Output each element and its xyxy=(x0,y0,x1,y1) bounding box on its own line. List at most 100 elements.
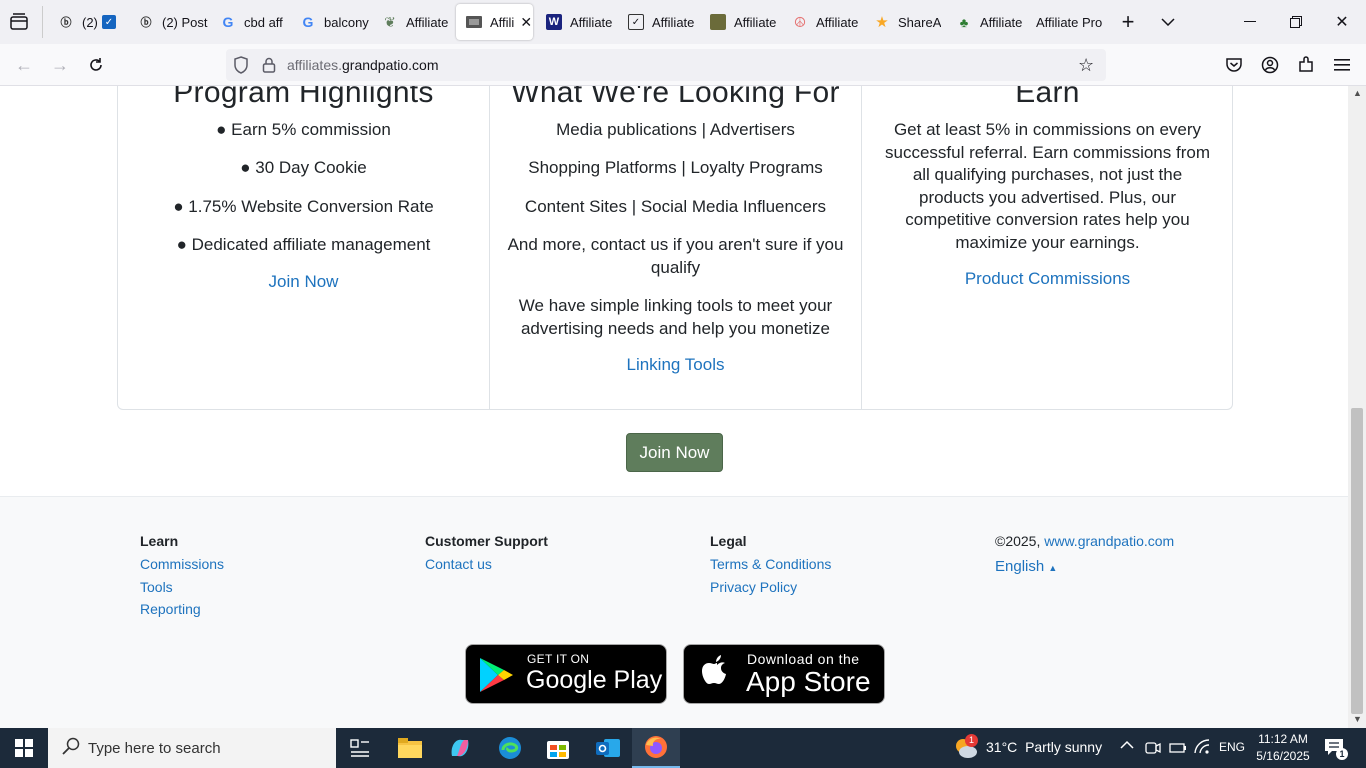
footer-privacy-link[interactable]: Privacy Policy xyxy=(710,579,831,602)
scroll-down-icon[interactable]: ▼ xyxy=(1353,714,1362,724)
caret-up-icon: ▲ xyxy=(1048,563,1058,573)
join-now-link[interactable]: Join Now xyxy=(118,272,489,292)
green-square-icon xyxy=(710,14,726,30)
highlight-item: ● 1.75% Website Conversion Rate xyxy=(173,197,434,216)
footer-contact-link[interactable]: Contact us xyxy=(425,556,548,579)
tab-1[interactable]: ⓑ (2) ✓ xyxy=(48,4,128,40)
tab-7[interactable]: W Affiliate xyxy=(536,4,618,40)
looking-for-item: Shopping Platforms | Loyalty Programs xyxy=(528,158,823,177)
copyright-text: ©2025, www.grandpatio.com xyxy=(995,533,1175,549)
url-text[interactable]: affiliates.grandpatio.com xyxy=(287,57,439,73)
taskbar-clock[interactable]: 11:12 AM 5/16/2025 xyxy=(1256,731,1310,765)
tab-5[interactable]: ❦ Affiliate xyxy=(372,4,454,40)
earn-text-line: all qualifying purchases, not just the xyxy=(912,165,1183,184)
pocket-icon[interactable] xyxy=(1220,52,1248,78)
close-window-icon[interactable]: ✕ xyxy=(1326,8,1358,36)
wifi-icon[interactable] xyxy=(1194,739,1210,760)
close-tab-icon[interactable]: ✕ xyxy=(520,14,532,31)
tab-13[interactable]: Affiliate Pro xyxy=(1026,4,1110,40)
earn-text-line: Get at least 5% in commissions on every xyxy=(893,120,1202,139)
scrollbar-thumb[interactable] xyxy=(1351,408,1363,714)
tab-2[interactable]: ⓑ (2) Post xyxy=(128,4,210,40)
search-icon xyxy=(62,737,80,759)
forward-arrow-icon[interactable]: → xyxy=(46,52,74,78)
footer-commissions-link[interactable]: Commissions xyxy=(140,556,224,579)
earn-text-line: successful referral. Earn commissions fr… xyxy=(885,142,1210,162)
show-hidden-icons-chevron-icon[interactable] xyxy=(1120,738,1134,753)
reload-icon[interactable] xyxy=(82,52,110,78)
earn-text-line: products you advertised. Plus, our xyxy=(918,187,1177,207)
footer-terms-link[interactable]: Terms & Conditions xyxy=(710,556,831,579)
file-explorer-icon[interactable] xyxy=(386,728,434,768)
page-scrollbar[interactable]: ▲ ▼ xyxy=(1348,86,1366,728)
menu-icon[interactable] xyxy=(1328,52,1356,78)
google-play-badge[interactable]: GET IT ON Google Play xyxy=(465,644,667,704)
footer-support-heading: Customer Support xyxy=(425,533,548,549)
app-store-small-text: Download on the xyxy=(747,651,860,667)
tab-9[interactable]: Affiliate xyxy=(700,4,782,40)
linking-tools-link[interactable]: Linking Tools xyxy=(490,355,861,375)
task-view-icon[interactable] xyxy=(336,728,384,768)
earn-text-line: maximize your earnings. xyxy=(955,232,1140,252)
tab-4[interactable]: G balcony xyxy=(290,4,372,40)
looking-for-item: Content Sites | Social Media Influencers xyxy=(524,197,827,216)
earn-column: Earn Get at least 5% in commissions on e… xyxy=(861,86,1233,410)
back-arrow-icon[interactable]: ← xyxy=(10,52,38,78)
palm-icon: ♣ xyxy=(959,14,969,30)
tab-overview-icon[interactable] xyxy=(8,12,30,32)
edge-icon[interactable] xyxy=(486,728,534,768)
tab-12[interactable]: ♣ Affiliate xyxy=(946,4,1028,40)
scroll-up-icon[interactable]: ▲ xyxy=(1353,88,1362,98)
firefox-icon[interactable] xyxy=(632,728,680,768)
linking-tools-text-line1: We have simple linking tools to meet you… xyxy=(518,296,833,315)
clock-date: 5/16/2025 xyxy=(1256,749,1310,763)
tab-active[interactable]: Affili ✕ xyxy=(456,4,533,40)
microsoft-store-icon[interactable] xyxy=(534,728,582,768)
chevron-down-icon[interactable] xyxy=(1152,8,1184,36)
app-store-badge[interactable]: Download on the App Store xyxy=(683,644,885,704)
looking-for-item: Media publications | Advertisers xyxy=(556,120,795,139)
input-language[interactable]: ENG xyxy=(1219,740,1245,754)
site-icon xyxy=(466,14,482,30)
tab-strip: ⓑ (2) ✓ ⓑ (2) Post G cbd aff G balcony ❦… xyxy=(0,0,1366,44)
restore-icon[interactable] xyxy=(1280,8,1312,36)
tab-11[interactable]: ★ ShareA xyxy=(864,4,946,40)
meet-now-icon[interactable] xyxy=(1145,740,1161,761)
bookmark-star-icon[interactable]: ☆ xyxy=(1078,55,1094,76)
google-play-icon xyxy=(480,658,513,692)
tab-10[interactable]: ☮ Affiliate xyxy=(782,4,864,40)
battery-icon[interactable] xyxy=(1169,741,1187,759)
copilot-icon[interactable] xyxy=(436,728,484,768)
product-commissions-link[interactable]: Product Commissions xyxy=(862,269,1233,289)
google-icon: G xyxy=(302,14,314,30)
extensions-icon[interactable] xyxy=(1292,52,1320,78)
weather-icon[interactable]: 1 xyxy=(953,734,979,765)
footer-legal-heading: Legal xyxy=(710,533,747,549)
new-tab-icon[interactable]: + xyxy=(1112,8,1144,36)
footer-tools-link[interactable]: Tools xyxy=(140,579,224,602)
shield-icon[interactable] xyxy=(233,56,249,79)
contact-note-line1: And more, contact us if you aren't sure … xyxy=(507,235,844,254)
minimize-icon[interactable] xyxy=(1234,8,1266,36)
tab-8[interactable]: ✓ Affiliate xyxy=(618,4,700,40)
outlook-icon[interactable] xyxy=(584,728,632,768)
tab-3[interactable]: G cbd aff xyxy=(210,4,290,40)
w-icon: W xyxy=(546,14,562,30)
taskbar-search-box[interactable]: Type here to search xyxy=(48,728,336,768)
windows-start-icon[interactable] xyxy=(0,728,48,768)
check-icon: ✓ xyxy=(628,14,644,30)
notification-center-icon[interactable]: 1 xyxy=(1324,738,1348,761)
notification-badge: 1 xyxy=(1336,748,1348,760)
app-store-big-text: App Store xyxy=(746,666,871,697)
site-link[interactable]: www.grandpatio.com xyxy=(1044,533,1174,549)
footer-reporting-link[interactable]: Reporting xyxy=(140,601,224,624)
weather-text[interactable]: 31°C Partly sunny xyxy=(986,739,1102,755)
lock-icon[interactable] xyxy=(262,57,276,78)
join-now-button[interactable]: Join Now xyxy=(626,433,723,472)
taskbar-search-placeholder: Type here to search xyxy=(88,739,221,757)
account-icon[interactable] xyxy=(1256,52,1284,78)
address-bar[interactable]: affiliates.grandpatio.com ☆ xyxy=(226,49,1106,81)
google-play-small-text: GET IT ON xyxy=(527,652,590,666)
weather-badge: 1 xyxy=(965,734,978,747)
language-selector[interactable]: English ▲ xyxy=(995,558,1174,575)
